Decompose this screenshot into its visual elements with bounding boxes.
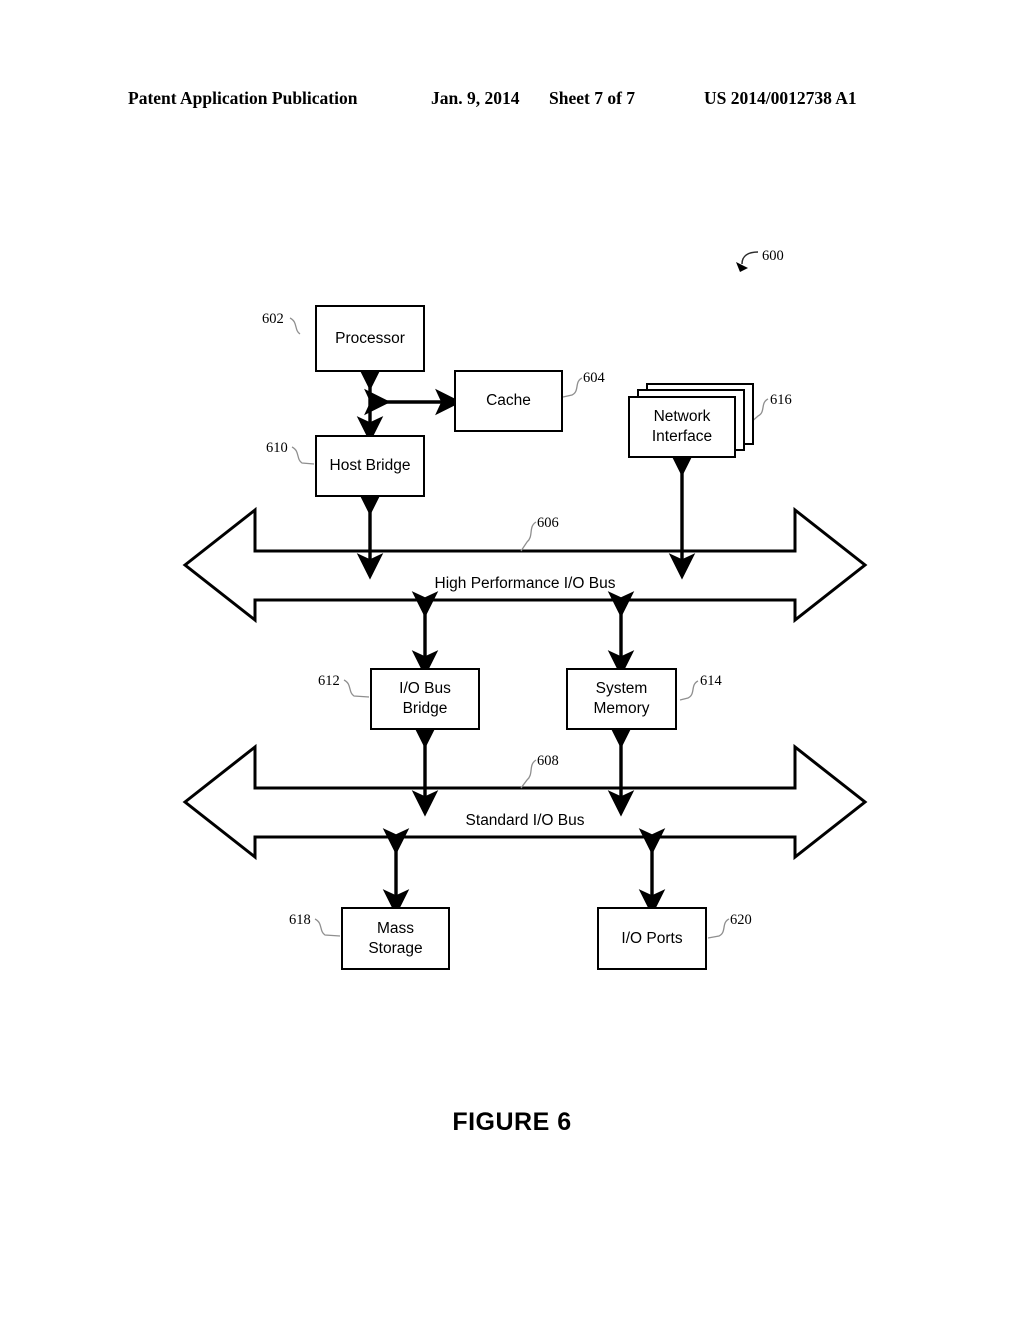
standard-io-bus-shape (182, 743, 868, 861)
ref-numeral-600: 600 (762, 248, 784, 264)
bus-label-high-performance-io-bus: High Performance I/O Bus (434, 575, 616, 592)
block-processor-label: Processor (335, 329, 405, 347)
block-io-bus-bridge[interactable]: I/O Bus Bridge (370, 668, 480, 730)
block-network-interface[interactable]: Network Interface (628, 383, 754, 468)
block-host-bridge[interactable]: Host Bridge (315, 435, 425, 497)
ref-numeral-606: 606 (537, 515, 559, 531)
block-system-memory-label-line2: Memory (593, 700, 650, 717)
ref-numeral-612: 612 (318, 673, 340, 689)
block-processor[interactable]: Processor (315, 305, 425, 372)
block-mass-storage[interactable]: Mass Storage (341, 907, 450, 970)
network-interface-stack-front[interactable]: Network Interface (628, 396, 736, 458)
high-performance-io-bus-shape (182, 506, 868, 624)
ref-numeral-604: 604 (583, 370, 605, 386)
ref-numeral-602: 602 (262, 311, 284, 327)
block-mass-storage-label-line2: Storage (368, 939, 423, 957)
ref-numeral-620: 620 (730, 912, 752, 928)
block-io-bus-bridge-label-line1: I/O Bus (399, 680, 451, 698)
block-cache[interactable]: Cache (454, 370, 563, 432)
block-io-ports-label: I/O Ports (621, 929, 683, 947)
ref-numeral-618: 618 (289, 912, 311, 928)
figure-vector-layer (182, 251, 868, 939)
patent-figure-6: Processor Cache Host Bridge Network Inte… (0, 0, 1024, 1320)
block-io-ports[interactable]: I/O Ports (597, 907, 707, 970)
block-system-memory-label-line1: System (595, 680, 648, 698)
ref-numeral-616: 616 (770, 392, 792, 408)
block-mass-storage-label-line1: Mass (376, 919, 415, 937)
ref-numeral-608: 608 (537, 753, 559, 769)
block-io-bus-bridge-label-line2: Bridge (402, 700, 448, 717)
ref-numeral-610: 610 (266, 440, 288, 456)
block-system-memory[interactable]: System Memory (566, 668, 677, 730)
ref-numeral-614: 614 (700, 673, 722, 689)
block-host-bridge-label: Host Bridge (329, 457, 411, 475)
block-network-interface-label-line1: Network (653, 408, 711, 426)
block-cache-label: Cache (486, 392, 531, 410)
bus-label-standard-io-bus: Standard I/O Bus (465, 812, 585, 829)
block-network-interface-label-line2: Interface (651, 428, 713, 445)
